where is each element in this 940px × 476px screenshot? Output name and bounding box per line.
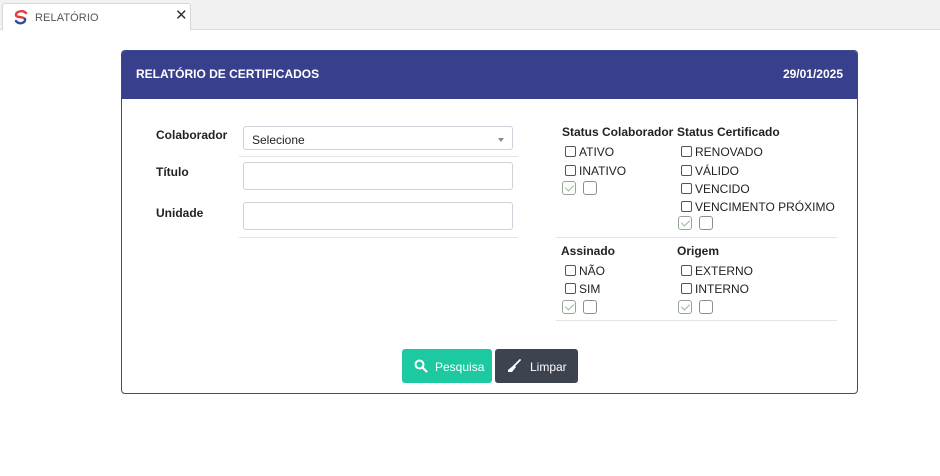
option-label: ATIVO [579, 145, 615, 159]
report-card: RELATÓRIO DE CERTIFICADOS 29/01/2025 Col… [121, 50, 858, 394]
search-button-label: Pesquisa [435, 360, 485, 374]
titulo-input[interactable] [243, 162, 513, 190]
option-label: VENCIDO [695, 182, 750, 196]
option-label: EXTERNO [695, 264, 754, 278]
app-logo-icon [14, 10, 28, 25]
clear-button-label: Limpar [530, 360, 567, 374]
select-none-checkbox[interactable] [583, 181, 597, 195]
select-all-checkbox[interactable] [562, 181, 576, 195]
checkbox-box[interactable] [565, 265, 576, 276]
select-all-checkbox[interactable] [678, 300, 692, 314]
unidade-input[interactable] [243, 202, 513, 230]
checkbox-box[interactable] [565, 146, 576, 157]
select-none-checkbox[interactable] [699, 216, 713, 230]
checkbox-box[interactable] [681, 183, 692, 194]
checkbox-box[interactable] [681, 165, 692, 176]
page-title: RELATÓRIO DE CERTIFICADOS [136, 67, 320, 81]
checkbox-box[interactable] [565, 283, 576, 294]
divider [556, 237, 837, 238]
search-icon [414, 359, 428, 373]
divider [556, 320, 837, 321]
colaborador-select[interactable]: Selecione [243, 126, 513, 150]
option-label: VENCIMENTO PRÓXIMO [695, 200, 835, 214]
status-colaborador-title: Status Colaborador [562, 125, 674, 139]
divider [239, 156, 518, 157]
close-icon[interactable]: ✕ [175, 8, 188, 23]
tab-relatorio[interactable]: RELATÓRIO ✕ [2, 3, 191, 30]
select-none-checkbox[interactable] [583, 300, 597, 314]
checkbox-box[interactable] [681, 201, 692, 212]
colaborador-label: Colaborador [156, 128, 228, 142]
option-label: INTERNO [695, 282, 749, 296]
option-label: SIM [579, 282, 601, 296]
select-all-checkbox[interactable] [562, 300, 576, 314]
option-label: VÁLIDO [695, 164, 740, 178]
chevron-down-icon [498, 138, 504, 142]
card-header: RELATÓRIO DE CERTIFICADOS 29/01/2025 [122, 51, 857, 99]
status-certificado-title: Status Certificado [677, 125, 780, 139]
tab-title: RELATÓRIO [35, 12, 99, 24]
colaborador-select-value: Selecione [252, 133, 305, 147]
checkbox-box[interactable] [681, 265, 692, 276]
unidade-label: Unidade [156, 206, 204, 220]
titulo-label: Título [156, 165, 189, 179]
report-date: 29/01/2025 [782, 67, 843, 81]
tab-bar: RELATÓRIO ✕ [0, 0, 940, 30]
checkbox-box[interactable] [565, 165, 576, 176]
clear-button[interactable]: Limpar [495, 349, 578, 383]
origem-title: Origem [677, 244, 720, 258]
select-none-checkbox[interactable] [699, 300, 713, 314]
option-label: INATIVO [579, 164, 627, 178]
search-button[interactable]: Pesquisa [402, 349, 492, 383]
checkbox-box[interactable] [681, 283, 692, 294]
broom-icon [508, 359, 521, 372]
checkbox-box[interactable] [681, 146, 692, 157]
assinado-title: Assinado [561, 244, 616, 258]
select-all-checkbox[interactable] [678, 216, 692, 230]
option-label: NÃO [579, 264, 606, 278]
option-label: RENOVADO [695, 145, 763, 159]
divider [239, 237, 518, 238]
